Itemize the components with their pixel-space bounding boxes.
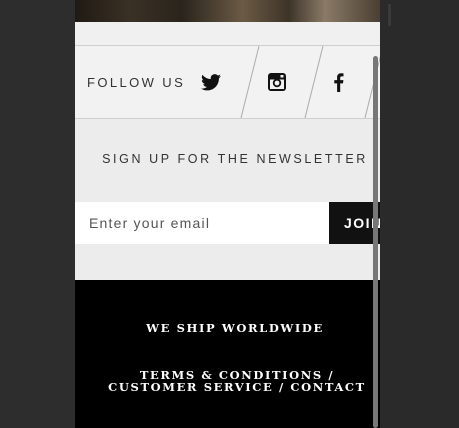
instagram-link[interactable] xyxy=(252,46,302,118)
shipping-notice: WE SHIP WORLDWIDE xyxy=(146,321,324,335)
newsletter-title: SIGN UP FOR THE NEWSLETTER xyxy=(102,152,368,166)
footer-links: TERMS & CONDITIONS / CUSTOMER SERVICE / … xyxy=(97,369,377,393)
customer-service-link[interactable]: CUSTOMER SERVICE xyxy=(108,380,273,394)
footer: WE SHIP WORLDWIDE TERMS & CONDITIONS / C… xyxy=(75,280,380,428)
follow-us-bar: FOLLOW US xyxy=(75,45,380,119)
facebook-icon xyxy=(333,72,344,92)
contact-link[interactable]: CONTACT xyxy=(290,380,365,394)
twitter-link[interactable] xyxy=(186,46,236,118)
email-input[interactable] xyxy=(75,202,329,244)
right-margin xyxy=(380,0,459,428)
left-margin xyxy=(0,0,75,428)
spacer xyxy=(75,22,380,45)
follow-us-label: FOLLOW US xyxy=(87,75,186,90)
facebook-link[interactable] xyxy=(313,46,363,118)
hero-image xyxy=(75,0,380,22)
twitter-icon xyxy=(201,73,221,91)
instagram-icon xyxy=(267,72,287,92)
link-separator: / xyxy=(278,380,285,394)
window-edge xyxy=(388,4,391,26)
page-content: FOLLOW US SIGN UP FOR THE NEWSLETTER JOI… xyxy=(75,0,380,428)
scrollbar[interactable] xyxy=(373,56,378,428)
